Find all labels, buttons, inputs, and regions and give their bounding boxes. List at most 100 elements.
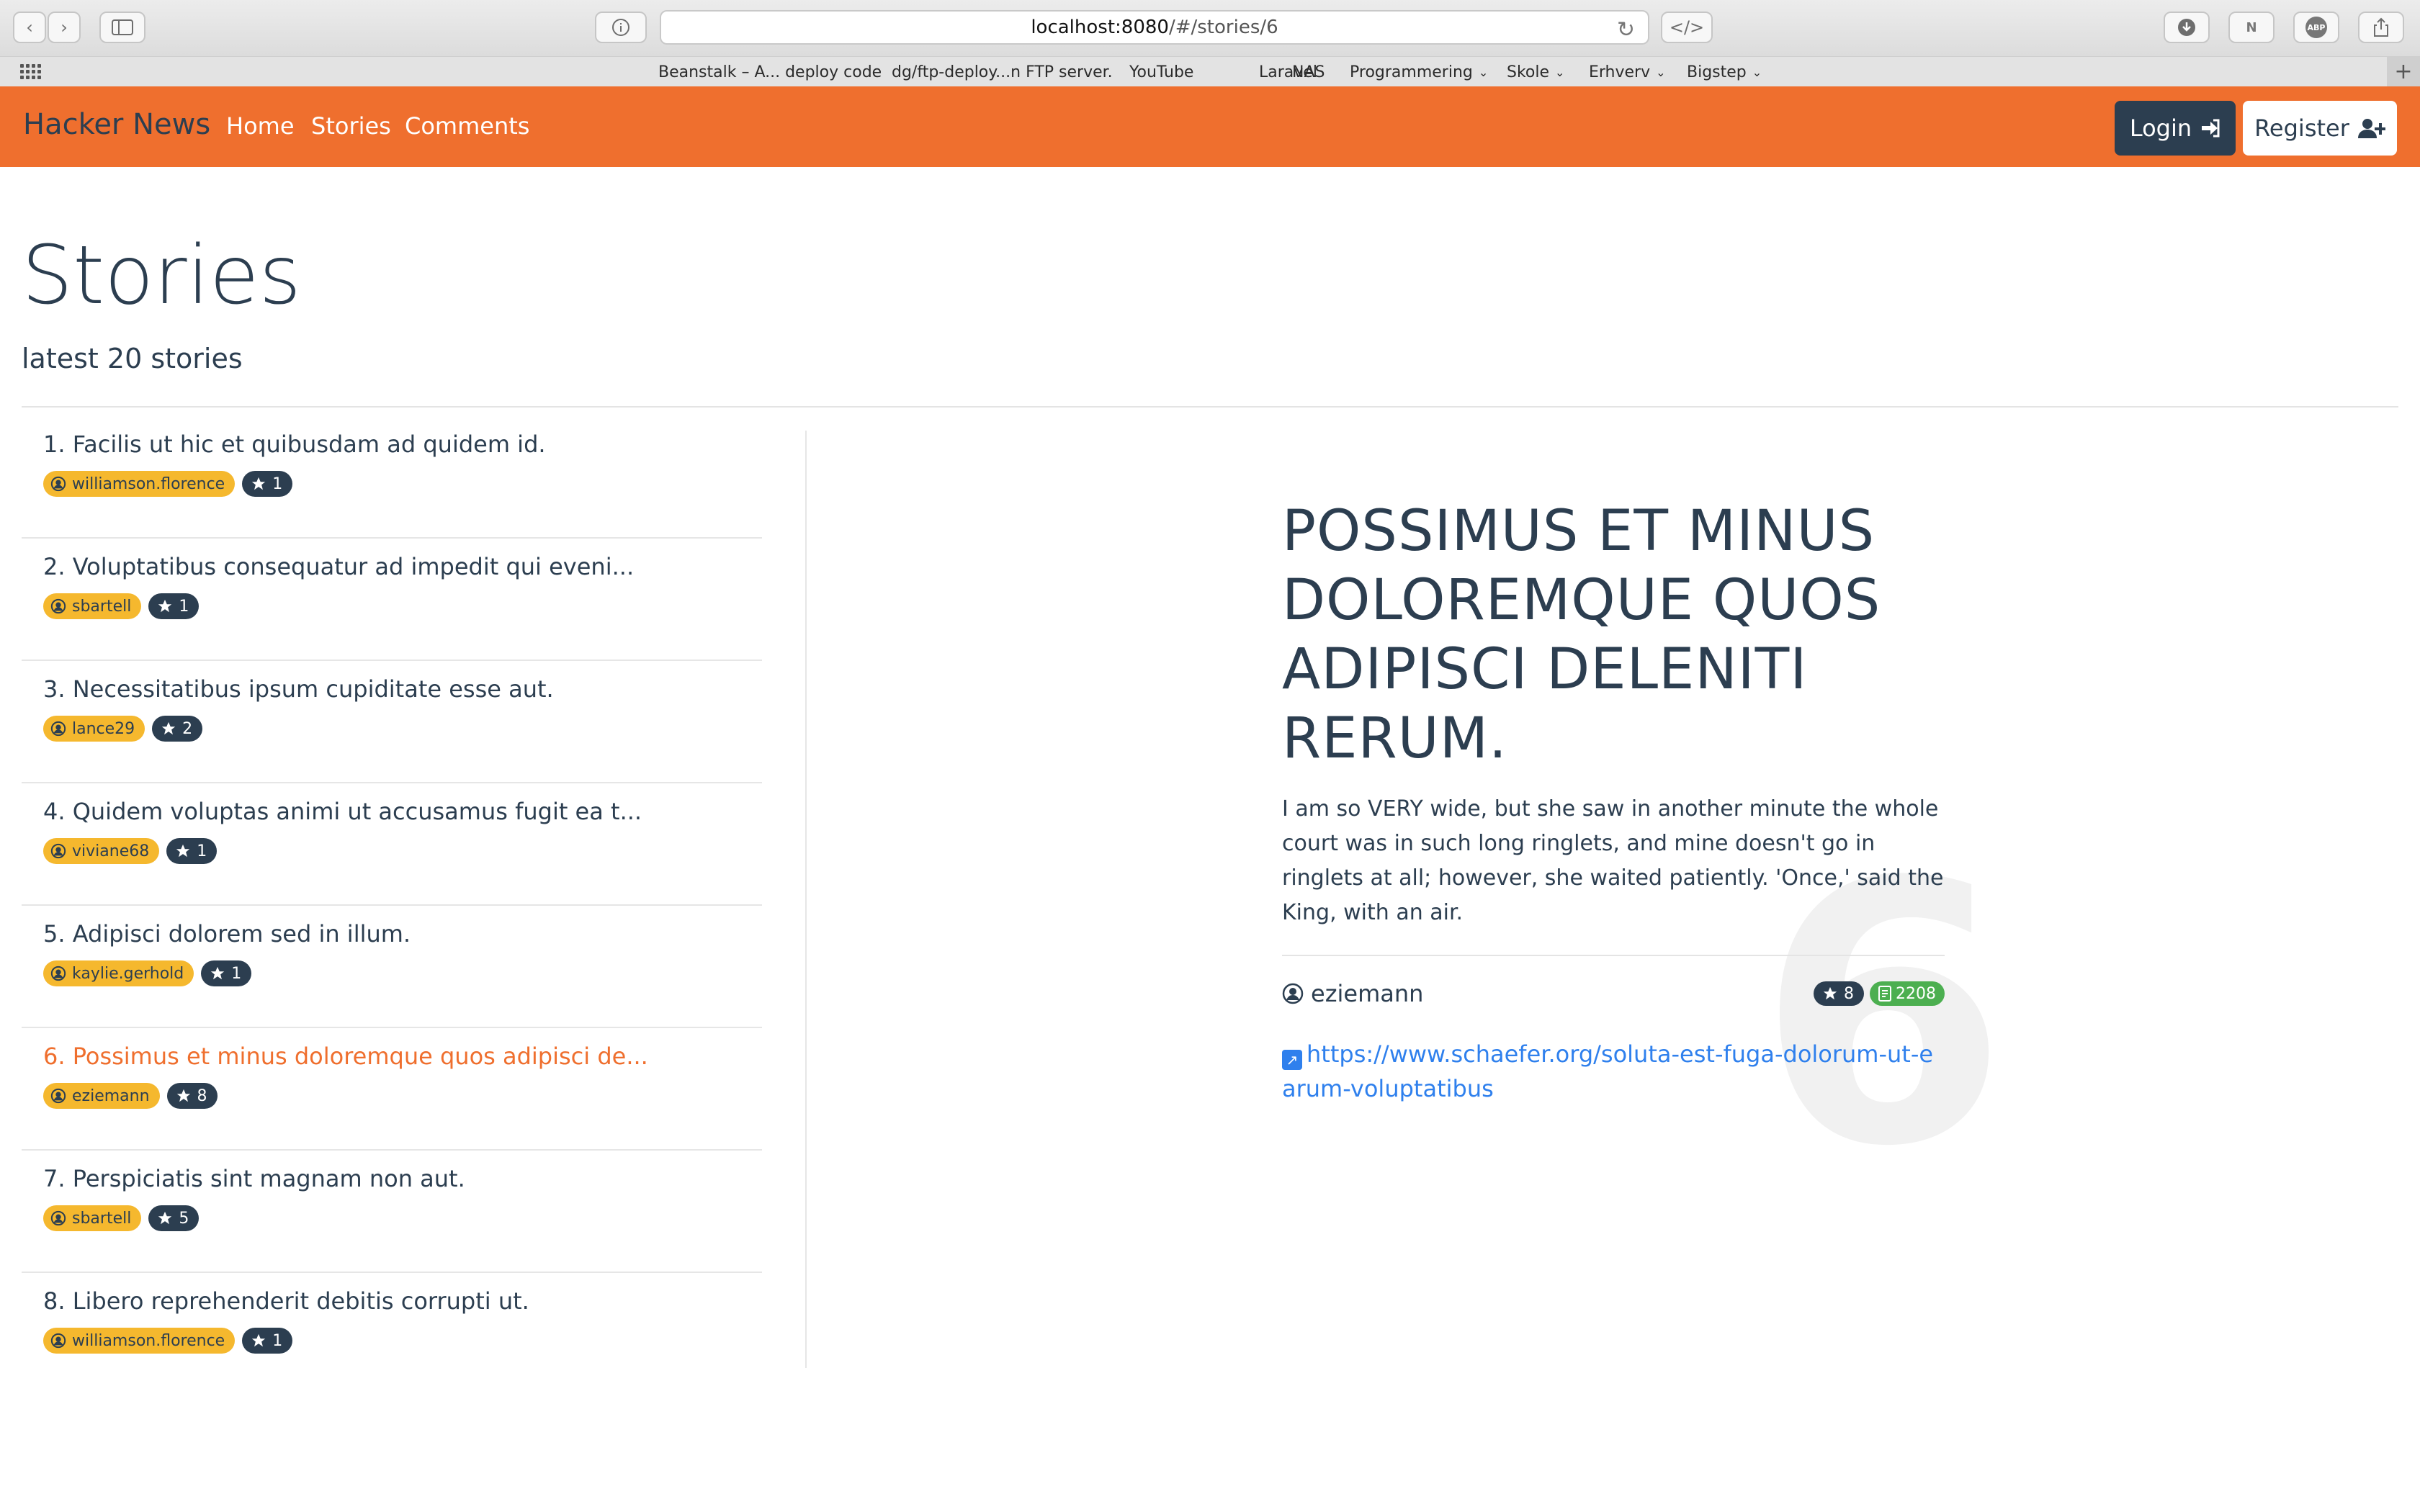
onenote-extension-button[interactable]: N bbox=[2228, 12, 2275, 43]
bookmark-folder-bigstep[interactable]: Bigstep ⌄ bbox=[1687, 61, 1762, 83]
chevron-left-icon: ‹ bbox=[26, 17, 33, 37]
plus-icon: + bbox=[2394, 58, 2413, 84]
story-list-item[interactable]: 5. Adipisci dolorem sed in illum. kaylie.… bbox=[22, 906, 762, 1028]
url-path: /#/stories/6 bbox=[1168, 17, 1278, 38]
author-name: williamson.florence bbox=[72, 474, 225, 493]
story-title-link[interactable]: 5. Adipisci dolorem sed in illum. bbox=[43, 920, 411, 948]
bookmarks-bar: Beanstalk – A... deploy code dg/ftp-depl… bbox=[0, 56, 2420, 86]
bookmark-beanstalk[interactable]: Beanstalk – A... deploy code bbox=[658, 61, 882, 83]
story-list-item[interactable]: 8. Libero reprehenderit debitis corrupti… bbox=[22, 1273, 762, 1395]
back-button[interactable]: ‹ bbox=[13, 12, 46, 43]
sidebar-icon bbox=[112, 19, 133, 35]
site-info-button[interactable] bbox=[595, 12, 647, 43]
nav-home[interactable]: Home bbox=[226, 112, 295, 140]
share-icon bbox=[2374, 17, 2388, 37]
login-button[interactable]: Login bbox=[2115, 101, 2236, 156]
author-badge[interactable]: viviane68 bbox=[43, 838, 160, 864]
story-badges: williamson.florence 1 bbox=[43, 1328, 293, 1354]
story-list-item[interactable]: 4. Quidem voluptas animi ut accusamus fu… bbox=[22, 783, 762, 906]
top-sites-grid-icon[interactable] bbox=[20, 63, 42, 81]
bookmark-nas[interactable]: NAS bbox=[1292, 61, 1325, 83]
author-badge[interactable]: sbartell bbox=[43, 1205, 142, 1231]
bookmark-youtube[interactable]: YouTube bbox=[1129, 61, 1193, 83]
author-badge[interactable]: kaylie.gerhold bbox=[43, 960, 194, 986]
bookmark-folder-erhverv[interactable]: Erhverv ⌄ bbox=[1589, 61, 1666, 83]
story-list-item[interactable]: 2. Voluptatibus consequatur ad impedit q… bbox=[22, 539, 762, 661]
browser-chrome: ‹ › localhost:8080/#/stories/6 ↻ </> N A… bbox=[0, 0, 2420, 86]
star-icon bbox=[1823, 986, 1837, 1000]
points-count: 8 bbox=[1844, 984, 1854, 1003]
url-host: localhost:8080 bbox=[1031, 17, 1169, 38]
points-badge: 1 bbox=[166, 838, 218, 864]
user-circle-icon bbox=[50, 721, 66, 737]
user-circle-icon bbox=[1282, 983, 1304, 1004]
star-icon bbox=[252, 1333, 266, 1347]
forward-button[interactable]: › bbox=[48, 12, 81, 43]
story-title-link[interactable]: 1. Facilis ut hic et quibusdam ad quidem… bbox=[43, 431, 546, 458]
comments-badge[interactable]: 2208 bbox=[1870, 981, 1945, 1006]
header-divider bbox=[22, 406, 2398, 408]
register-button[interactable]: Register bbox=[2243, 101, 2397, 156]
nav-comments[interactable]: Comments bbox=[405, 112, 529, 140]
points-badge: 8 bbox=[1814, 981, 1864, 1006]
nav-stories[interactable]: Stories bbox=[311, 112, 391, 140]
bookmark-nas-label: NAS bbox=[1292, 63, 1325, 81]
author-name: lance29 bbox=[72, 719, 135, 738]
story-list-item[interactable]: 1. Facilis ut hic et quibusdam ad quidem… bbox=[22, 431, 762, 539]
author-name: kaylie.gerhold bbox=[72, 964, 184, 983]
star-icon bbox=[158, 599, 172, 613]
bookmark-folder-label: Programmering bbox=[1350, 63, 1473, 81]
author-badge[interactable]: sbartell bbox=[43, 593, 142, 619]
story-title-link[interactable]: 4. Quidem voluptas animi ut accusamus fu… bbox=[43, 798, 642, 825]
sidebar-toggle-button[interactable] bbox=[99, 12, 145, 43]
star-icon bbox=[176, 844, 190, 858]
column-divider bbox=[805, 431, 807, 1368]
comments-count: 2208 bbox=[1896, 984, 1936, 1003]
story-badges: sbartell 1 bbox=[43, 593, 200, 619]
story-author-name: eziemann bbox=[1311, 980, 1424, 1007]
user-circle-icon bbox=[50, 1088, 66, 1104]
author-badge[interactable]: williamson.florence bbox=[43, 471, 236, 497]
page-subtitle: latest 20 stories bbox=[22, 343, 243, 374]
chevron-down-icon: ⌄ bbox=[1656, 65, 1666, 79]
points-count: 5 bbox=[179, 1209, 189, 1228]
downloads-button[interactable] bbox=[2164, 12, 2210, 43]
story-badges: kaylie.gerhold 1 bbox=[43, 960, 252, 986]
story-badges: eziemann 8 bbox=[43, 1083, 218, 1109]
address-bar[interactable]: localhost:8080/#/stories/6 ↻ bbox=[660, 10, 1649, 45]
story-detail-title: Possimus et minus doloremque quos adipis… bbox=[1282, 499, 1881, 771]
adblock-extension-button[interactable]: ABP bbox=[2293, 12, 2339, 43]
story-title-link[interactable]: 2. Voluptatibus consequatur ad impedit q… bbox=[43, 553, 634, 580]
author-badge[interactable]: williamson.florence bbox=[43, 1328, 236, 1354]
story-title-link[interactable]: 3. Necessitatibus ipsum cupiditate esse … bbox=[43, 675, 554, 703]
app-navbar: Hacker News Home Stories Comments Login … bbox=[0, 86, 2420, 167]
points-count: 8 bbox=[197, 1086, 207, 1105]
story-title-link[interactable]: 8. Libero reprehenderit debitis corrupti… bbox=[43, 1287, 529, 1315]
points-count: 1 bbox=[272, 1331, 283, 1350]
share-button[interactable] bbox=[2358, 12, 2404, 43]
story-list-item[interactable]: 3. Necessitatibus ipsum cupiditate esse … bbox=[22, 661, 762, 783]
bookmark-folder-skole[interactable]: Skole ⌄ bbox=[1507, 61, 1564, 83]
bookmark-folder-programmering[interactable]: Programmering ⌄ bbox=[1350, 61, 1488, 83]
bookmark-folder-label: Skole bbox=[1507, 63, 1550, 81]
new-tab-button[interactable]: + bbox=[2387, 56, 2420, 86]
story-url-link[interactable]: ↗ https://www.schaefer.org/soluta-est-fug… bbox=[1282, 1037, 1945, 1106]
user-circle-icon bbox=[50, 1210, 66, 1226]
web-inspector-button[interactable]: </> bbox=[1661, 12, 1713, 43]
user-plus-icon bbox=[2357, 119, 2385, 138]
story-title-link[interactable]: 7. Perspiciatis sint magnam non aut. bbox=[43, 1165, 465, 1192]
register-label: Register bbox=[2254, 114, 2349, 142]
story-detail-divider bbox=[1282, 955, 1945, 956]
bookmark-folder-label: Erhverv bbox=[1589, 63, 1651, 81]
author-badge[interactable]: lance29 bbox=[43, 716, 145, 742]
author-badge[interactable]: eziemann bbox=[43, 1083, 160, 1109]
story-title-link[interactable]: 6. Possimus et minus doloremque quos adi… bbox=[43, 1043, 648, 1070]
story-list-item[interactable]: 7. Perspiciatis sint magnam non aut. sbar… bbox=[22, 1151, 762, 1273]
story-author[interactable]: eziemann bbox=[1282, 980, 1423, 1007]
bookmark-ftp-deploy[interactable]: dg/ftp-deploy...n FTP server. bbox=[892, 61, 1113, 83]
story-list-item[interactable]: 6. Possimus et minus doloremque quos adi… bbox=[22, 1028, 762, 1151]
points-count: 1 bbox=[231, 964, 242, 983]
reload-icon[interactable]: ↻ bbox=[1617, 17, 1635, 42]
points-badge: 2 bbox=[152, 716, 203, 742]
brand-link[interactable]: Hacker News bbox=[23, 108, 210, 141]
